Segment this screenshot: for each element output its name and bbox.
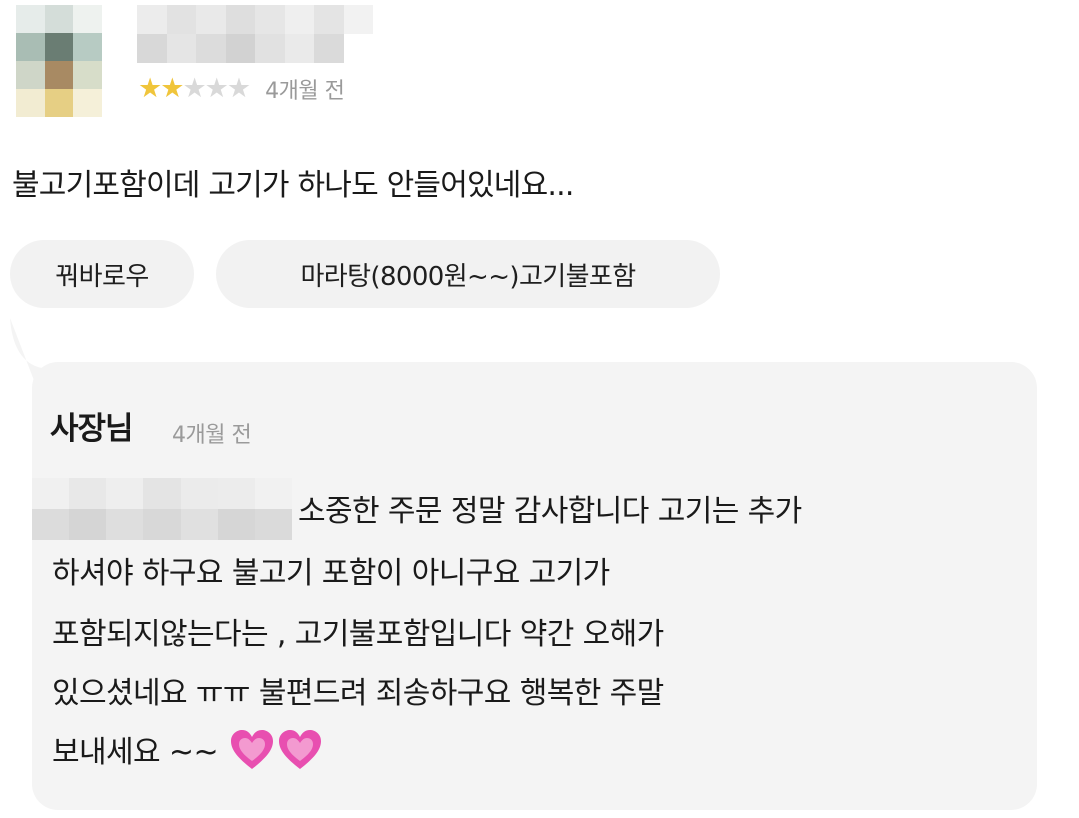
star-icon: ★ [226,73,252,104]
owner-label: 사장님 [50,411,134,447]
heart-icon [229,728,275,780]
reply-line: 포함되지않는다는 , 고기불포함입니다 약간 오해가 [52,617,664,652]
heart-icon [277,728,323,780]
reply-line: 하셔야 하구요 불고기 포함이 아니구요 고기가 [52,556,610,591]
star-icon: ★ [160,73,185,104]
review-text: 불고기포함이데 고기가 하나도 안들어있네요... [12,168,574,203]
reply-line: 보내세요 ~~ [52,735,219,770]
review-time: 4개월 전 [265,79,345,104]
reply-line: 있으셨네요 ㅠㅠ 불편드려 죄송하구요 행복한 주말 [52,676,664,711]
star-icon: ★ [204,73,229,104]
reply-blurred-text [32,478,292,540]
menu-tag[interactable]: 마라탕(8000원~~)고기불포함 [216,240,720,308]
owner-reply-time: 4개월 전 [172,423,252,448]
reply-line: 소중한 주문 정말 감사합니다 고기는 추가 [298,494,802,529]
reviewer-name-blurred [137,5,373,63]
menu-tag[interactable]: 꿔바로우 [10,240,194,308]
reviewer-avatar [16,5,102,117]
rating-row: ★★★★★ 4개월 전 [138,72,345,106]
star-icon: ★ [138,73,163,104]
star-icon: ★ [182,73,207,104]
star-rating: ★★★★★ [138,72,252,106]
reply-last-line: 보내세요 ~~ [52,727,323,780]
